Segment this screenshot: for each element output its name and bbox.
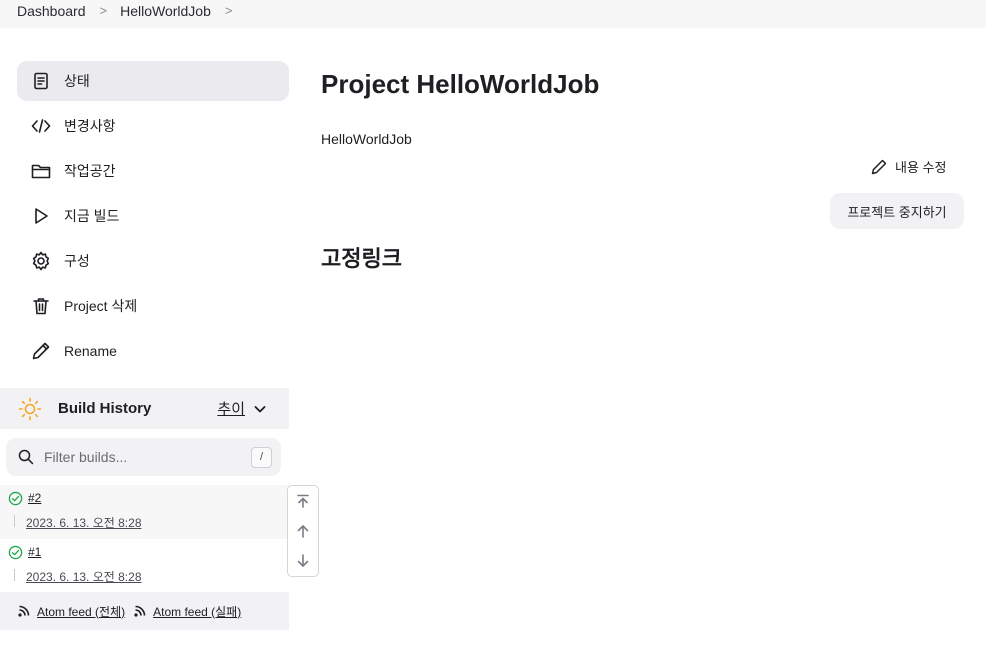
atom-feed-failed-label: Atom feed (실패) (153, 604, 242, 619)
code-icon (31, 116, 51, 136)
sidebar-tasks: 상태 변경사항 작업공간 지금 빌드 구성 Project 삭제 Rename (17, 61, 289, 376)
edit-description-label: 내용 수정 (895, 160, 947, 175)
search-icon (18, 449, 34, 465)
atom-feed-failed-link[interactable]: Atom feed (실패) (134, 603, 241, 620)
arrow-top-icon (297, 494, 309, 508)
timeline-bar (14, 515, 15, 527)
rss-icon (18, 605, 30, 617)
rss-icon (134, 605, 146, 617)
trash-icon (31, 296, 51, 316)
filter-builds-input[interactable] (44, 449, 251, 465)
sidebar-item-delete-project[interactable]: Project 삭제 (17, 286, 289, 326)
sidebar-item-label: 변경사항 (64, 118, 116, 134)
build-date-link[interactable]: 2023. 6. 13. 오전 8:28 (26, 514, 142, 531)
gear-icon (31, 251, 51, 271)
build-number-link[interactable]: #2 (28, 491, 41, 505)
sidebar-item-workspace[interactable]: 작업공간 (17, 151, 289, 191)
sidebar-item-label: Project 삭제 (64, 298, 138, 314)
disable-project-button[interactable]: 프로젝트 중지하기 (830, 193, 964, 229)
build-history-header: Build History 추이 (0, 388, 289, 429)
atom-feed-all-label: Atom feed (전체) (37, 604, 126, 619)
filter-builds-box: / (6, 438, 281, 476)
page-down-button[interactable] (288, 546, 318, 576)
breadcrumb-dashboard[interactable]: Dashboard (17, 3, 86, 19)
chevron-right-icon[interactable]: > (225, 3, 233, 18)
document-icon (31, 71, 51, 91)
build-history-title: Build History (58, 400, 152, 417)
sidebar-item-label: 지금 빌드 (64, 208, 120, 224)
sidebar-item-rename[interactable]: Rename (17, 331, 289, 371)
play-icon (31, 206, 51, 226)
build-row: #2 2023. 6. 13. 오전 8:28 (0, 485, 289, 539)
breadcrumb: Dashboard > HelloWorldJob > (0, 0, 986, 28)
pencil-icon (31, 341, 51, 361)
keyboard-shortcut-hint: / (251, 446, 272, 468)
sidebar-item-label: 구성 (64, 253, 90, 269)
page-first-button[interactable] (288, 486, 318, 516)
page-up-button[interactable] (288, 516, 318, 546)
atom-feed-all-link[interactable]: Atom feed (전체) (18, 603, 125, 620)
atom-feed-bar: Atom feed (전체) Atom feed (실패) (0, 592, 289, 630)
timeline-bar (14, 569, 15, 581)
sidebar-item-label: Rename (64, 343, 117, 359)
arrow-down-icon (297, 554, 309, 567)
arrow-up-icon (297, 525, 309, 538)
build-date-link[interactable]: 2023. 6. 13. 오전 8:28 (26, 568, 142, 585)
edit-description-link[interactable]: 내용 수정 (871, 157, 946, 176)
pencil-icon (871, 159, 887, 174)
page-title: Project HelloWorldJob (321, 69, 600, 99)
sidebar-item-changes[interactable]: 변경사항 (17, 106, 289, 146)
sidebar-item-status[interactable]: 상태 (17, 61, 289, 101)
build-number-link[interactable]: #1 (28, 545, 41, 559)
build-row: #1 2023. 6. 13. 오전 8:28 (0, 539, 289, 593)
sidebar-item-label: 작업공간 (64, 163, 116, 179)
project-description: HelloWorldJob (321, 131, 412, 147)
folder-icon (31, 161, 51, 181)
trend-link[interactable]: 추이 (217, 398, 245, 419)
chevron-right-icon: > (99, 3, 108, 18)
sidebar-item-configure[interactable]: 구성 (17, 241, 289, 281)
success-check-icon (8, 491, 23, 506)
build-history-pager (287, 485, 319, 577)
breadcrumb-helloworldjob[interactable]: HelloWorldJob (120, 3, 211, 19)
sidebar-item-build-now[interactable]: 지금 빌드 (17, 196, 289, 236)
chevron-down-icon[interactable] (253, 402, 267, 416)
permalinks-heading: 고정링크 (321, 246, 402, 271)
success-check-icon (8, 545, 23, 560)
sidebar-item-label: 상태 (64, 73, 90, 89)
sun-icon (18, 397, 42, 420)
